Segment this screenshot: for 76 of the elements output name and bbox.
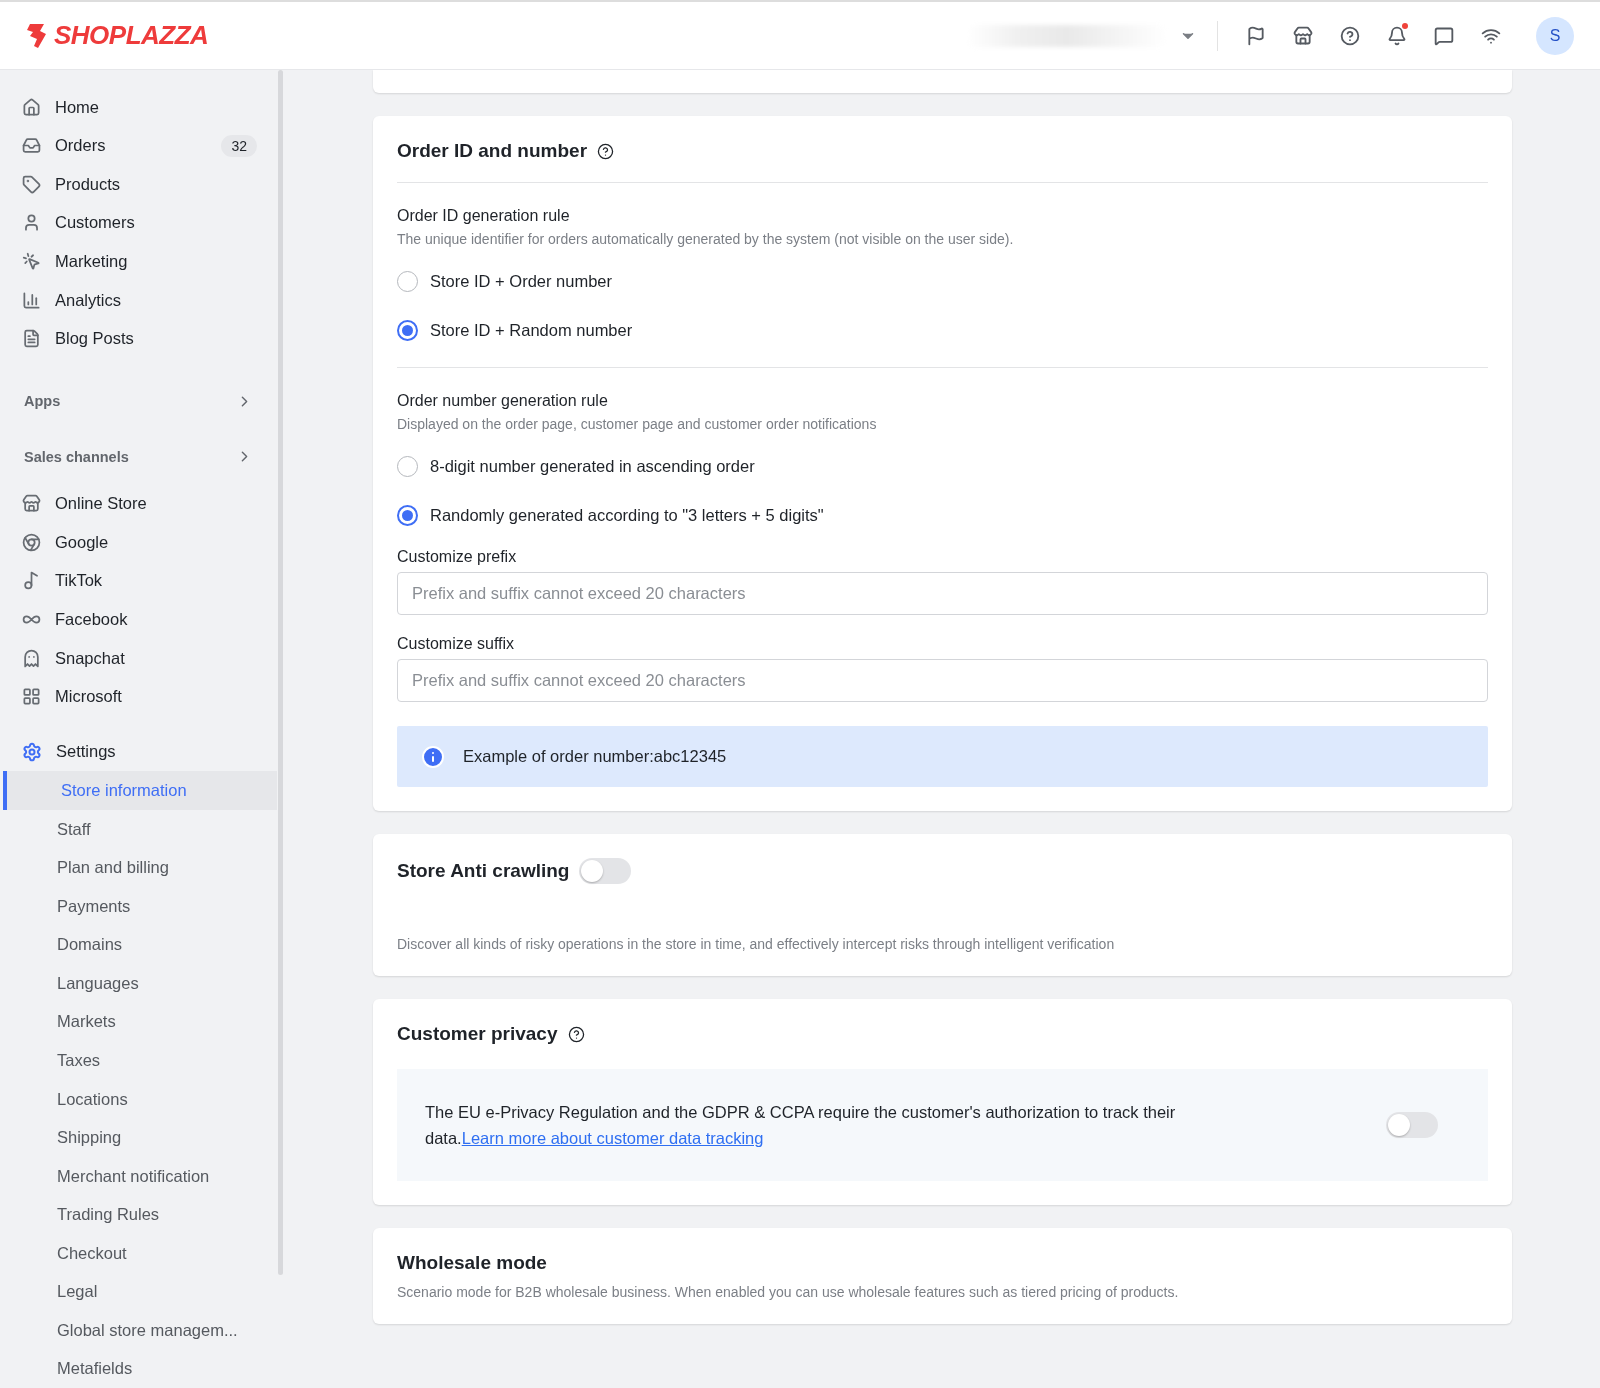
grid-icon (22, 687, 41, 707)
inbox-icon (22, 136, 41, 156)
radio-option[interactable]: Randomly generated according to "3 letters + 5 digits" (397, 491, 1488, 540)
field-description: Displayed on the order page, customer page and customer order notifications (397, 416, 878, 432)
scrollbar-thumb[interactable] (278, 70, 283, 1275)
help-icon (567, 1025, 585, 1043)
storefront-icon (22, 494, 41, 514)
field-label: Customize prefix (397, 548, 518, 566)
settings-subitem[interactable]: Global store managem... (7, 1311, 277, 1350)
section-header[interactable]: Sales channels (0, 429, 269, 485)
person-icon (22, 213, 41, 233)
settings-subitem[interactable]: Merchant notification (7, 1156, 277, 1196)
input-field[interactable]: Prefix and suffix cannot exceed 20 characters (397, 572, 1488, 615)
settings-subitem[interactable]: Domains (7, 925, 277, 965)
settings-subitem[interactable]: Shipping (7, 1118, 277, 1157)
radio-option[interactable]: Store ID + Order number (397, 257, 1488, 306)
learn-more-link[interactable]: Learn more about customer data tracking (461, 1129, 764, 1147)
nav-item[interactable]: Online Store (0, 484, 269, 524)
settings-subitem[interactable]: Checkout (7, 1233, 277, 1273)
nav-item[interactable]: TikTok (0, 561, 269, 601)
music-note-icon (22, 571, 41, 591)
field-label: Customize suffix (397, 635, 516, 653)
field-label: Order number generation rule (397, 392, 609, 410)
radio-option[interactable]: 8-digit number generated in ascending order (397, 442, 1488, 491)
settings-subitem[interactable]: Trading Rules (7, 1195, 277, 1234)
nav-item[interactable]: Analytics (0, 280, 269, 320)
card-description: Scenario mode for B2B wholesale business. When enabled you can use wholesale features such as tiered pricing of products. (397, 1284, 1180, 1300)
tag-icon (22, 174, 41, 194)
nav-item[interactable]: Facebook (0, 600, 269, 639)
nav-item[interactable]: Marketing (0, 242, 269, 281)
avatar[interactable]: S (1536, 16, 1574, 55)
document-icon (22, 329, 41, 349)
card-description: Discover all kinds of risky operations in the store in time, and effectively intercept risks through intelligent verification (397, 936, 1116, 952)
card-title: Wholesale mode (397, 1252, 547, 1274)
settings-subitem[interactable]: Legal (7, 1272, 277, 1312)
card-title: Order ID and number (397, 140, 588, 162)
radio-circle[interactable] (397, 505, 418, 526)
gear-icon (22, 741, 42, 762)
info-icon (421, 744, 445, 769)
nav-item[interactable]: Settings (0, 732, 269, 772)
settings-subitem[interactable]: Locations (7, 1079, 277, 1119)
settings-subitem[interactable]: Plan and billing (7, 848, 277, 887)
privacy-text: The EU e-Privacy Regulation and the GDPR & CCPA require the customer's authorization to track their data.Learn more about customer data tracking (425, 1102, 1177, 1149)
settings-subitem[interactable]: Taxes (7, 1041, 277, 1080)
help-icon (597, 142, 615, 160)
bar-chart-icon (22, 290, 41, 310)
settings-subitem[interactable]: Markets (7, 1002, 277, 1042)
ghost-icon (22, 648, 41, 668)
nav-item[interactable]: Orders 32 (0, 126, 269, 166)
card-title: Store Anti crawling (397, 860, 570, 882)
nav-item[interactable]: Snapchat (0, 638, 269, 678)
settings-subitem[interactable]: Staff (7, 809, 277, 849)
nav-item[interactable]: Home (0, 88, 269, 127)
info-text: Example of order number:abc12345 (463, 747, 727, 766)
card-title: Customer privacy (397, 1023, 558, 1045)
field-label: Order ID generation rule (397, 207, 571, 225)
nav-item[interactable]: Microsoft (0, 677, 269, 716)
radio-option[interactable]: Store ID + Random number (397, 306, 1488, 355)
toggle-switch[interactable] (1386, 1112, 1438, 1138)
settings-subitem[interactable]: Languages (7, 964, 277, 1003)
nav-item[interactable]: Blog Posts (0, 319, 269, 358)
nav-item[interactable]: Products (0, 165, 269, 204)
settings-subitem[interactable]: Payments (7, 886, 277, 926)
nav-item[interactable]: Customers (0, 203, 269, 243)
field-description: The unique identifier for orders automatically generated by the system (not visible on the user side). (397, 231, 1015, 247)
count-badge: 32 (221, 134, 257, 157)
radio-circle[interactable] (397, 320, 418, 341)
settings-subitem[interactable]: Metafields (7, 1349, 277, 1388)
cursor-icon (22, 252, 41, 272)
logo[interactable]: SHOPLAZZA (22, 20, 209, 51)
input-field[interactable]: Prefix and suffix cannot exceed 20 characters (397, 659, 1488, 702)
section-header[interactable]: Apps (0, 373, 269, 430)
settings-subitem[interactable]: Store information (3, 771, 277, 810)
home-icon (22, 97, 41, 117)
nav-item[interactable]: Google (0, 523, 269, 562)
toggle-switch[interactable] (579, 858, 632, 884)
